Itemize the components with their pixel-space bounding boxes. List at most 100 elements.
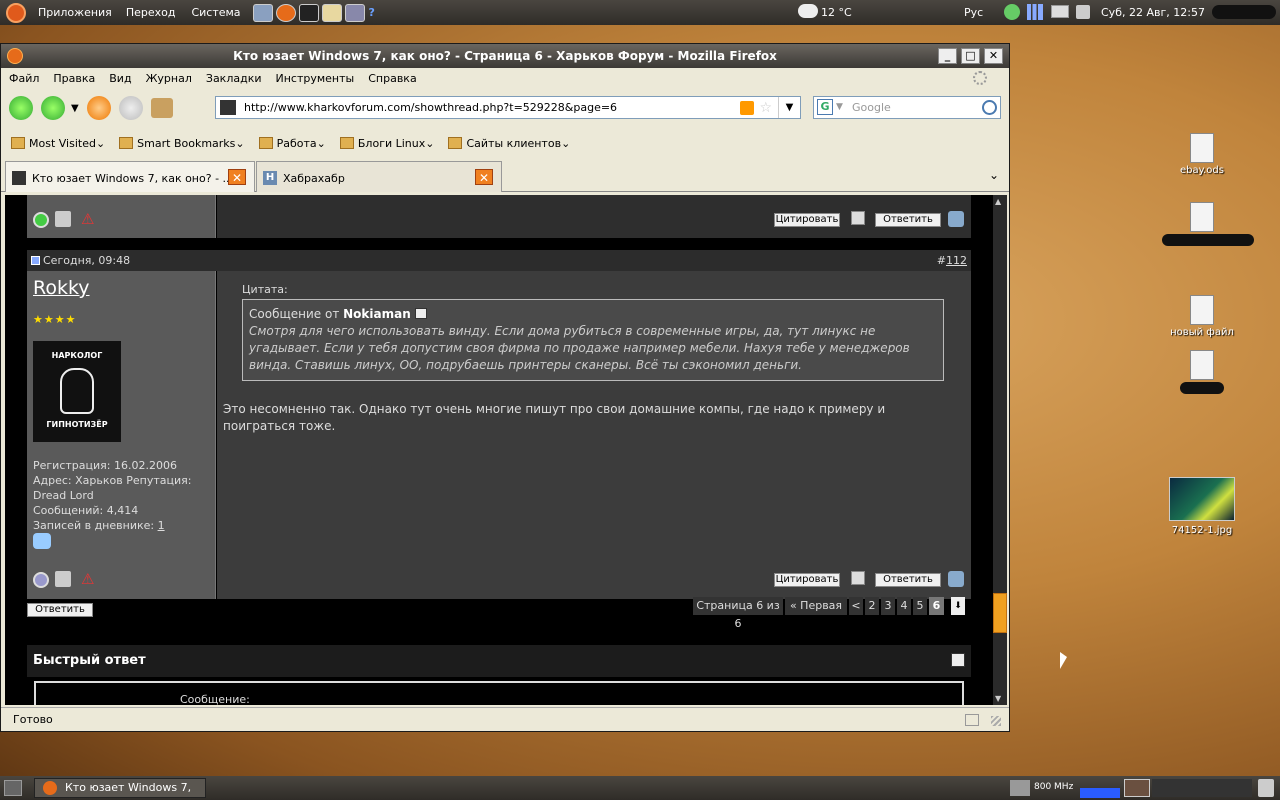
close-button[interactable]: ✕ (984, 48, 1003, 64)
tab-habrahabr[interactable]: H Хабрахабр ✕ (256, 161, 502, 192)
tab-forum[interactable]: Кто юзает Windows 7, как оно? - ... ✕ (5, 161, 255, 192)
menu-applications[interactable]: Приложения (38, 6, 112, 19)
back-button[interactable] (9, 96, 33, 120)
report-warning-icon[interactable]: ⚠ (81, 210, 94, 228)
menu-edit[interactable]: Правка (53, 72, 95, 85)
workspace-switcher[interactable] (1152, 779, 1252, 797)
bookmark-work[interactable]: Работа ⌄ (258, 137, 326, 150)
collapse-icon[interactable] (951, 653, 965, 667)
history-dropdown-icon[interactable]: ▼ (71, 103, 79, 114)
file-manager-launcher-icon[interactable] (321, 3, 342, 22)
resize-grip-icon[interactable] (991, 716, 1001, 726)
signal-icon[interactable] (1027, 4, 1043, 20)
stop-button[interactable] (118, 96, 143, 120)
firefox-launcher-icon[interactable] (275, 3, 296, 22)
desktop-icon-ebay[interactable]: ebay.ods (1162, 133, 1242, 176)
scroll-down-icon[interactable]: ▼ (995, 694, 1001, 703)
menu-places[interactable]: Переход (126, 6, 176, 19)
help-icon[interactable]: ? (369, 6, 375, 19)
google-engine-icon[interactable]: G (817, 99, 833, 115)
network-launcher-icon[interactable] (344, 3, 365, 22)
workspace-1[interactable] (1124, 779, 1150, 797)
menu-system[interactable]: Система (191, 6, 240, 19)
weather-text[interactable]: 12 °C (821, 6, 852, 19)
view-post-icon[interactable] (414, 308, 427, 319)
quote-button[interactable]: Цитировать (774, 573, 840, 587)
taskbar-firefox-button[interactable]: Кто юзает Windows 7, ... (34, 778, 206, 800)
quick-reply-icon[interactable] (948, 571, 964, 587)
page-jump-icon[interactable]: ⬇ (951, 597, 965, 615)
search-icon[interactable] (982, 100, 997, 115)
bookmark-linux-blogs[interactable]: Блоги Linux ⌄ (339, 137, 434, 150)
forward-button[interactable] (41, 96, 65, 120)
desktop-icon-image[interactable]: 74152-1.jpg (1162, 477, 1242, 536)
ubuntu-logo-icon[interactable] (6, 2, 26, 23)
tab-close-icon[interactable]: ✕ (228, 169, 246, 185)
menu-view[interactable]: Вид (109, 72, 131, 85)
new-reply-button[interactable]: Ответить (27, 603, 93, 617)
diary-link[interactable]: 1 (158, 519, 165, 532)
report-warning-icon[interactable]: ⚠ (81, 570, 94, 588)
keyboard-layout[interactable]: Рус (964, 6, 983, 19)
tab-close-icon[interactable]: ✕ (475, 169, 493, 185)
terminal-launcher-icon[interactable] (298, 3, 319, 22)
prev-quote-button[interactable]: Цитировать (774, 213, 840, 227)
cpu-frequency[interactable]: 800 MHz (1034, 782, 1073, 792)
clock[interactable]: Суб, 22 Авг, 12:57 (1101, 6, 1205, 19)
search-bar[interactable]: G ▼ Google (813, 96, 1001, 119)
page-link-3[interactable]: 3 (881, 597, 895, 615)
reputation-scales-icon[interactable] (55, 211, 71, 227)
mail-icon[interactable] (1051, 5, 1069, 18)
reputation-scales-icon[interactable] (55, 571, 71, 587)
social-groups-icon[interactable] (33, 533, 51, 549)
menu-bookmarks[interactable]: Закладки (206, 72, 262, 85)
author-name[interactable]: Rokky (33, 277, 90, 299)
prev-reply-button[interactable]: Ответить (875, 213, 941, 227)
tab-list-icon[interactable]: ⌄ (989, 168, 999, 182)
trash-icon[interactable] (1258, 779, 1274, 797)
menu-history[interactable]: Журнал (146, 72, 192, 85)
rss-icon[interactable] (740, 101, 754, 115)
page-link-2[interactable]: 2 (865, 597, 879, 615)
system-monitor-graph[interactable] (1080, 778, 1120, 798)
url-dropdown-icon[interactable]: ▼ (778, 97, 800, 118)
page-link-5[interactable]: 5 (913, 597, 927, 615)
first-page-link[interactable]: « Первая (785, 597, 847, 615)
reload-button[interactable] (86, 96, 111, 120)
home-button[interactable] (150, 98, 173, 118)
menu-help[interactable]: Справка (368, 72, 416, 85)
bookmark-clients[interactable]: Сайты клиентов ⌄ (448, 137, 570, 150)
scrollbar-thumb[interactable] (993, 593, 1007, 633)
firefox-icon[interactable] (7, 48, 23, 64)
search-placeholder[interactable]: Google (852, 101, 891, 114)
multiquote-icon[interactable] (851, 571, 865, 585)
scroll-up-icon[interactable]: ▲ (995, 197, 1001, 206)
post-number[interactable]: #112 (937, 250, 967, 271)
launcher-icon[interactable] (252, 3, 273, 22)
url-text[interactable]: http://www.kharkovforum.com/showthread.p… (244, 101, 617, 114)
bookmark-smart[interactable]: Smart Bookmarks ⌄ (119, 137, 245, 150)
maximize-button[interactable]: □ (961, 48, 980, 64)
author-avatar[interactable]: НАРКОЛОГ ГИПНОТИЗЁР (33, 341, 121, 442)
vertical-scrollbar[interactable]: ▲ ▼ (993, 195, 1007, 705)
minimize-button[interactable]: _ (938, 48, 957, 64)
multiquote-icon[interactable] (851, 211, 865, 225)
desktop-icon-redacted-2[interactable] (1162, 350, 1242, 397)
engine-dropdown-icon[interactable]: ▼ (836, 97, 843, 118)
page-link-4[interactable]: 4 (897, 597, 911, 615)
reply-button[interactable]: Ответить (875, 573, 941, 587)
url-bar[interactable]: http://www.kharkovforum.com/showthread.p… (215, 96, 801, 119)
star-icon[interactable]: ☆ (759, 98, 772, 119)
network-status-icon[interactable] (1004, 4, 1020, 20)
show-desktop-icon[interactable] (4, 780, 22, 796)
quick-reply-icon[interactable] (948, 211, 964, 227)
desktop-icon-redacted[interactable] (1162, 202, 1254, 249)
prev-page-link[interactable]: < (849, 597, 863, 615)
title-bar[interactable]: Кто юзает Windows 7, как оно? - Страница… (1, 44, 1009, 68)
menu-file[interactable]: Файл (9, 72, 39, 85)
desktop-icon-new-file[interactable]: новый файл (1162, 295, 1242, 338)
volume-icon[interactable] (1076, 5, 1090, 19)
bookmark-most-visited[interactable]: Most Visited ⌄ (11, 137, 105, 150)
menu-tools[interactable]: Инструменты (276, 72, 355, 85)
status-icon[interactable] (965, 714, 979, 726)
